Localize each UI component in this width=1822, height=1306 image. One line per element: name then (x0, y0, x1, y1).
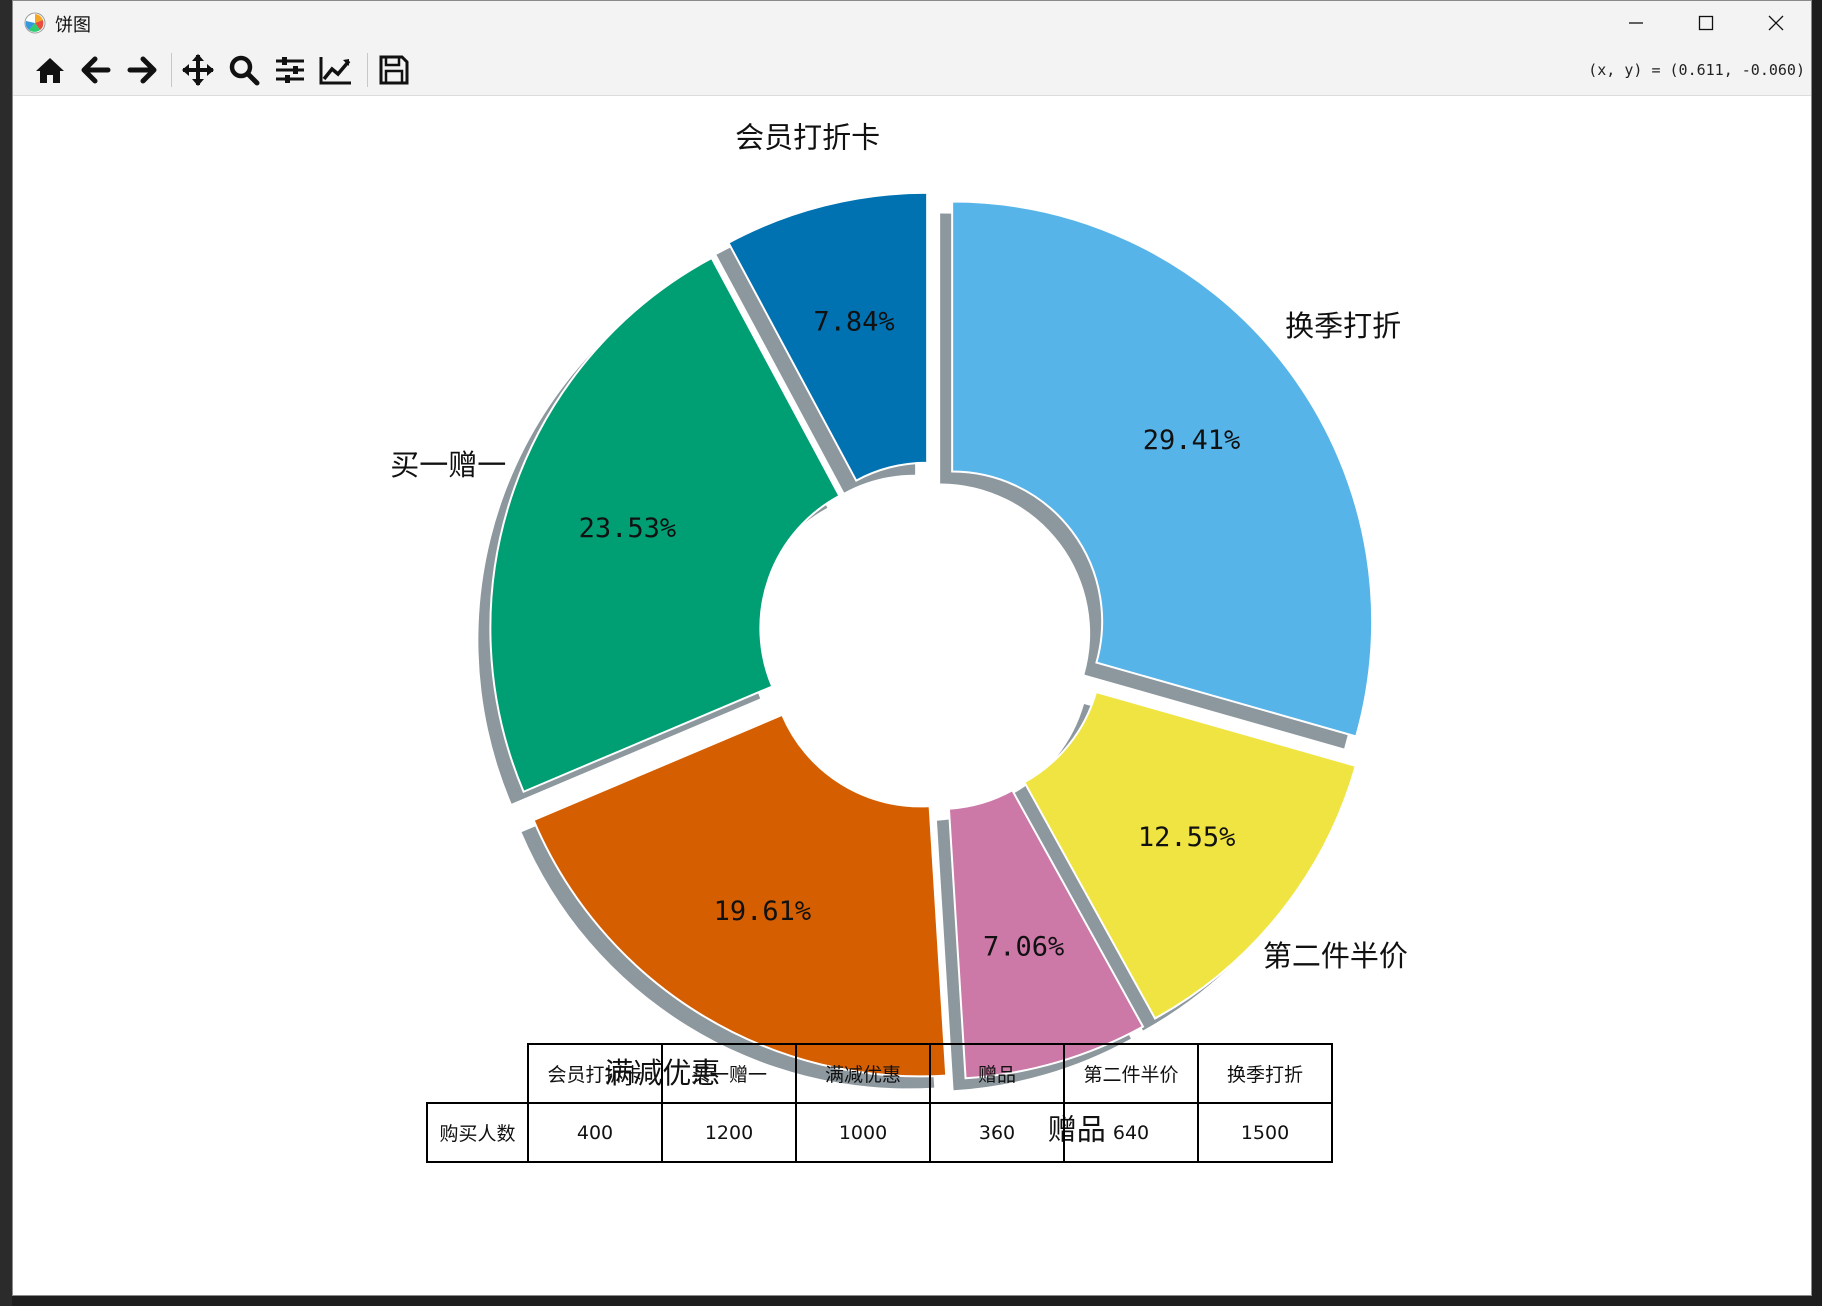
zoom-button[interactable] (223, 51, 265, 89)
table-row: 购买人数 400 1200 1000 360 640 1500 (426, 1102, 1333, 1163)
table-col-header: 会员打折卡 (527, 1043, 663, 1104)
table-cell: 640 (1063, 1102, 1199, 1163)
home-icon (36, 58, 64, 83)
zoom-icon (229, 55, 260, 86)
category-label: 换季打折 (1285, 309, 1401, 343)
percent-label: 7.06% (983, 932, 1064, 963)
home-button[interactable] (29, 51, 71, 89)
table-cell: 360 (929, 1102, 1065, 1163)
table-col-header: 赠品 (929, 1043, 1065, 1104)
cursor-coordinates: (x, y) = (0.611, -0.060) (1588, 61, 1805, 79)
table-col-header: 第二件半价 (1063, 1043, 1199, 1104)
back-icon (81, 56, 111, 84)
table-header-row: 会员打折卡 买一赠一 满减优惠 赠品 第二件半价 换季打折 (427, 1043, 1333, 1104)
title-bar: 饼图 (13, 1, 1811, 45)
category-label: 买一赠一 (390, 448, 506, 482)
data-table: 会员打折卡 买一赠一 满减优惠 赠品 第二件半价 换季打折 购买人数 400 1… (426, 1043, 1333, 1163)
configure-subplots-icon (276, 57, 304, 83)
table-cell: 400 (527, 1102, 663, 1163)
table-cell: 1500 (1197, 1102, 1333, 1163)
forward-icon (127, 56, 157, 84)
matplotlib-logo-icon (24, 12, 46, 34)
table-col-header: 换季打折 (1197, 1043, 1333, 1104)
wedges (489, 191, 1374, 1080)
category-label: 第二件半价 (1263, 939, 1408, 973)
maximize-button[interactable] (1671, 1, 1741, 45)
background-edge (0, 0, 12, 1306)
table-corner-cell (427, 1044, 529, 1104)
window-title: 饼图 (55, 15, 91, 36)
percent-label: 7.84% (813, 306, 894, 337)
navigation-toolbar: (x, y) = (0.611, -0.060) (13, 45, 1811, 96)
pan-button[interactable] (177, 51, 219, 89)
percent-label: 12.55% (1138, 822, 1236, 853)
close-button[interactable] (1741, 1, 1811, 45)
percent-label: 29.41% (1143, 425, 1241, 456)
edit-axis-icon (319, 57, 351, 85)
close-icon (1768, 15, 1784, 31)
category-label: 会员打折卡 (735, 121, 880, 155)
toolbar-separator (367, 53, 368, 87)
configure-subplots-button[interactable] (269, 51, 311, 89)
edit-axis-button[interactable] (315, 51, 357, 89)
table-cell: 1000 (795, 1102, 931, 1163)
pan-icon (182, 54, 214, 86)
save-button[interactable] (373, 51, 415, 89)
maximize-icon (1698, 15, 1714, 31)
minimize-icon (1629, 22, 1643, 24)
back-button[interactable] (75, 51, 117, 89)
percent-label: 23.53% (579, 513, 677, 544)
save-icon (379, 55, 409, 85)
table-col-header: 满减优惠 (795, 1043, 931, 1104)
forward-button[interactable] (121, 51, 163, 89)
figure-window: 饼图 (x, y) = (0.611, -0.060) 7.84% 会员打折卡 … (12, 0, 1812, 1296)
table-row-label: 购买人数 (426, 1102, 529, 1163)
toolbar-separator (171, 53, 172, 87)
pie-wedge (951, 200, 1374, 738)
percent-label: 19.61% (714, 896, 812, 927)
table-col-header: 买一赠一 (661, 1043, 797, 1104)
minimize-button[interactable] (1601, 1, 1671, 45)
table-cell: 1200 (661, 1102, 797, 1163)
